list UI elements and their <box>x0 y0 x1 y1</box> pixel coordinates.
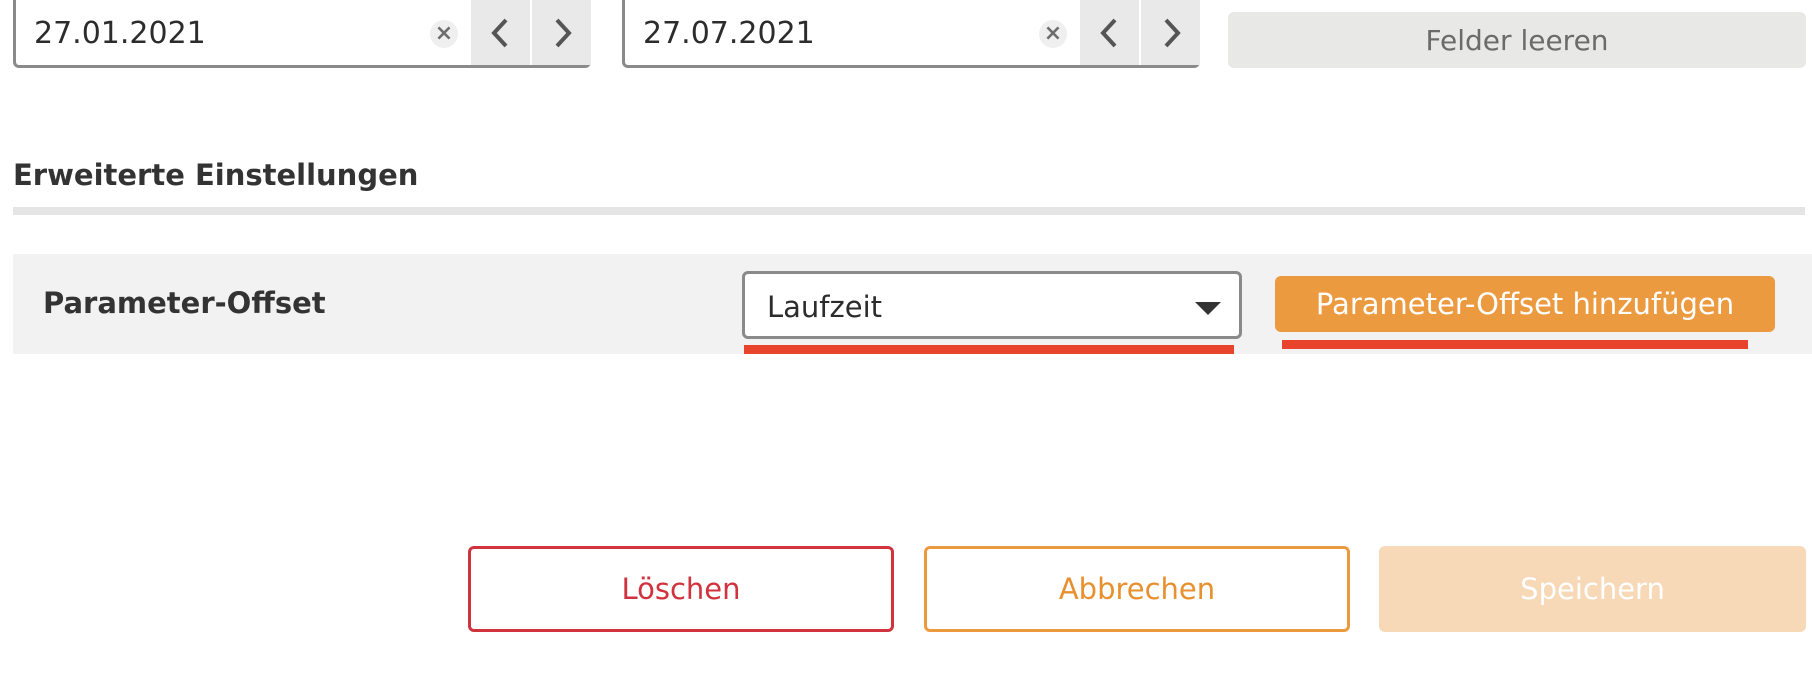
parameter-offset-select[interactable]: Laufzeit <box>742 271 1242 339</box>
select-highlight-underline <box>744 345 1234 354</box>
date-to-field[interactable]: 27.07.2021 × <box>622 0 1200 68</box>
parameter-offset-label: Parameter-Offset <box>43 286 326 320</box>
delete-button[interactable]: Löschen <box>468 546 894 632</box>
chevron-left-icon <box>1099 18 1116 47</box>
date-to-next-button[interactable] <box>1141 0 1200 65</box>
section-title: Erweiterte Einstellungen <box>13 158 419 192</box>
section-divider <box>13 207 1805 215</box>
caret-down-icon <box>1195 302 1221 315</box>
chevron-right-icon <box>555 18 572 47</box>
parameter-offset-row: Parameter-Offset Laufzeit Parameter-Offs… <box>13 254 1812 354</box>
save-button[interactable]: Speichern <box>1379 546 1806 632</box>
date-to-clear-icon[interactable]: × <box>1039 20 1067 48</box>
parameter-offset-selected-value: Laufzeit <box>767 290 883 324</box>
chevron-right-icon <box>1164 18 1181 47</box>
cancel-button[interactable]: Abbrechen <box>924 546 1350 632</box>
page: 27.01.2021 × 27.07.2021 × Felder leeren … <box>0 0 1812 684</box>
chevron-left-icon <box>490 18 507 47</box>
date-from-next-button[interactable] <box>532 0 591 65</box>
button-highlight-underline <box>1282 340 1748 349</box>
date-to-prev-button[interactable] <box>1080 0 1139 65</box>
date-from-field[interactable]: 27.01.2021 × <box>13 0 591 68</box>
date-from-prev-button[interactable] <box>471 0 530 65</box>
clear-fields-button[interactable]: Felder leeren <box>1228 12 1806 68</box>
date-from-value[interactable]: 27.01.2021 <box>34 16 206 51</box>
date-from-clear-icon[interactable]: × <box>430 20 458 48</box>
date-to-value[interactable]: 27.07.2021 <box>643 16 815 51</box>
add-parameter-offset-button[interactable]: Parameter-Offset hinzufügen <box>1275 276 1775 332</box>
